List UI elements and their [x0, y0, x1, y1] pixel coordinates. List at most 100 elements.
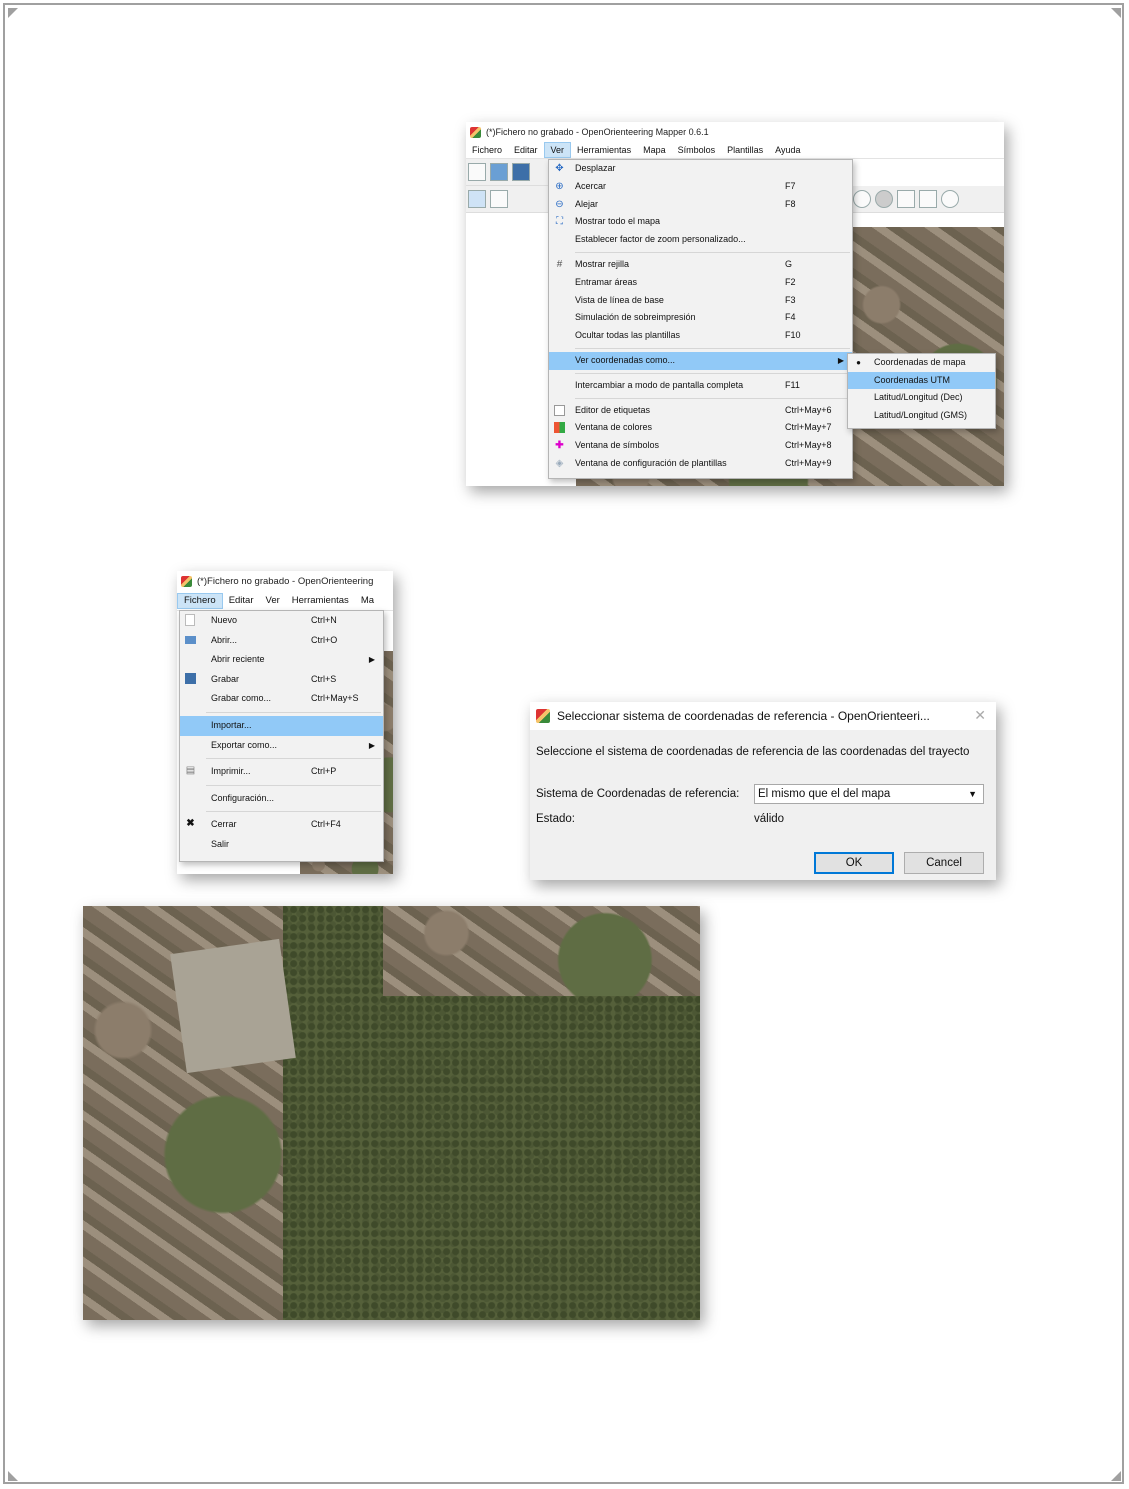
menu-ayuda[interactable]: Ayuda — [769, 142, 806, 158]
menu-item-entramar-areas[interactable]: Entramar áreas F2 — [549, 274, 852, 292]
printer-icon: ▤ — [185, 765, 196, 777]
menu-ver[interactable]: Ver — [543, 142, 572, 158]
cancel-button[interactable]: Cancel — [904, 852, 984, 874]
toolbar-right — [851, 186, 1004, 213]
edit-line-tool-icon[interactable] — [490, 190, 508, 208]
aerial-photo — [83, 906, 700, 1320]
grid-icon: # — [556, 258, 563, 270]
move-icon: ✥ — [555, 163, 564, 174]
crs-select[interactable]: El mismo que el del mapa ▼ — [754, 784, 984, 804]
chevron-down-icon: ▼ — [968, 789, 977, 799]
save-icon[interactable] — [512, 163, 530, 181]
app-logo-icon — [536, 709, 550, 723]
menu-plantillas[interactable]: Plantillas — [721, 142, 769, 158]
menu-editar[interactable]: Editar — [508, 142, 544, 158]
corner-mark — [1111, 8, 1121, 18]
ok-button[interactable]: OK — [814, 852, 894, 874]
save-icon — [185, 672, 196, 684]
menu-item-editor-etiquetas[interactable]: Editor de etiquetas Ctrl+May+6 — [549, 402, 852, 420]
corner-mark — [1111, 1471, 1121, 1481]
menu-item-zoom-personalizado[interactable]: Establecer factor de zoom personalizado.… — [549, 231, 852, 249]
rotate-icon[interactable] — [941, 190, 959, 208]
menu-item-grabar[interactable]: Grabar Ctrl+S — [180, 670, 383, 690]
colors-icon — [554, 422, 565, 434]
coordinates-submenu: ● Coordenadas de mapa Coordenadas UTM Lat… — [847, 353, 996, 429]
menu-separator — [206, 784, 381, 786]
circle-tool-icon[interactable] — [853, 190, 871, 208]
menu-fichero[interactable]: Fichero — [177, 593, 223, 609]
open-folder-icon — [185, 635, 196, 644]
screenshot-view-menu: (*)Fichero no grabado - OpenOrienteering… — [466, 122, 1004, 486]
menu-item-desplazar[interactable]: ✥ Desplazar — [549, 160, 852, 178]
menu-item-importar[interactable]: Importar... — [180, 715, 383, 736]
fill-tool-icon[interactable] — [875, 190, 893, 208]
submenu-arrow-icon: ▶ — [368, 655, 375, 665]
close-icon: ✖ — [186, 818, 195, 830]
menu-separator — [206, 758, 381, 760]
menu-editar[interactable]: Editar — [223, 593, 260, 609]
clearing — [170, 938, 296, 1074]
submenu-coordenadas-utm[interactable]: Coordenadas UTM — [848, 371, 995, 389]
menu-item-nuevo[interactable]: Nuevo Ctrl+N — [180, 611, 383, 631]
menu-item-config-plantillas[interactable]: ◈ Ventana de configuración de plantillas C… — [549, 455, 852, 473]
menu-herramientas[interactable]: Herramientas — [571, 142, 637, 158]
menu-item-ocultar-plantillas[interactable]: Ocultar todas las plantillas F10 — [549, 327, 852, 345]
menu-item-abrir-reciente[interactable]: Abrir reciente ▶ — [180, 650, 383, 670]
menu-item-salir[interactable]: Salir — [180, 835, 383, 855]
menu-item-linea-base[interactable]: Vista de línea de base F3 — [549, 292, 852, 310]
select-tool-icon[interactable] — [468, 190, 486, 208]
view-menu-dropdown: ✥ Desplazar ⊕ Acercar F7 ⊖ Alejar F8 ⛶ Mostrar… — [548, 159, 853, 479]
radio-selected-icon: ● — [856, 358, 861, 367]
menu-ver[interactable]: Ver — [260, 593, 286, 609]
menu-item-acercar[interactable]: ⊕ Acercar F7 — [549, 178, 852, 196]
cut-area-icon[interactable] — [919, 190, 937, 208]
menu-mapa[interactable]: Mapa — [637, 142, 672, 158]
dialog-titlebar: Seleccionar sistema de coordenadas de re… — [530, 702, 996, 730]
close-icon[interactable]: ✕ — [974, 707, 986, 724]
menu-mapa[interactable]: Ma — [355, 593, 380, 609]
corner-mark — [8, 1471, 18, 1481]
menubar: Fichero Editar Ver Herramientas Ma — [177, 592, 393, 611]
templates-icon: ◈ — [555, 457, 564, 469]
submenu-coordenadas-mapa[interactable]: ● Coordenadas de mapa — [848, 354, 995, 372]
tag-editor-icon — [554, 404, 565, 416]
open-folder-icon[interactable] — [490, 163, 508, 181]
urban-area-top — [383, 906, 700, 996]
status-value: válido — [754, 813, 785, 825]
menu-simbolos[interactable]: Símbolos — [672, 142, 722, 158]
crs-dialog: Seleccionar sistema de coordenadas de re… — [530, 702, 996, 880]
menu-item-ventana-simbolos[interactable]: ✚ Ventana de símbolos Ctrl+May+8 — [549, 437, 852, 455]
menu-separator — [575, 397, 850, 399]
crs-label: Sistema de Coordenadas de referencia: — [536, 788, 740, 800]
menu-fichero[interactable]: Fichero — [466, 142, 508, 158]
menu-item-ver-coordenadas[interactable]: Ver coordenadas como... ▶ — [549, 351, 852, 370]
cut-icon[interactable] — [897, 190, 915, 208]
menu-item-imprimir[interactable]: ▤ Imprimir... Ctrl+P — [180, 762, 383, 782]
menu-item-alejar[interactable]: ⊖ Alejar F8 — [549, 196, 852, 214]
dialog-body: Seleccione el sistema de coordenadas de … — [530, 730, 996, 880]
submenu-arrow-icon: ▶ — [368, 740, 375, 750]
menu-item-exportar-como[interactable]: Exportar como... ▶ — [180, 736, 383, 756]
new-file-icon[interactable] — [468, 163, 486, 181]
menu-item-grabar-como[interactable]: Grabar como... Ctrl+May+S — [180, 689, 383, 709]
window-titlebar: (*)Fichero no grabado - OpenOrienteering… — [466, 122, 1004, 142]
map-canvas-strip — [300, 861, 393, 874]
submenu-latlon-gms[interactable]: Latitud/Longitud (GMS) — [848, 407, 995, 425]
submenu-latlon-dec[interactable]: Latitud/Longitud (Dec) — [848, 389, 995, 407]
menu-item-configuracion[interactable]: Configuración... — [180, 789, 383, 809]
menu-item-pantalla-completa[interactable]: Intercambiar a modo de pantalla completa… — [549, 377, 852, 395]
menu-herramientas[interactable]: Herramientas — [286, 593, 355, 609]
menu-separator — [575, 347, 850, 349]
menu-item-mostrar-rejilla[interactable]: # Mostrar rejilla G — [549, 256, 852, 274]
submenu-arrow-icon: ▶ — [837, 355, 844, 365]
menu-item-abrir[interactable]: Abrir... Ctrl+O — [180, 631, 383, 651]
menu-item-sobreimpresion[interactable]: Simulación de sobreimpresión F4 — [549, 309, 852, 327]
menu-separator — [206, 711, 381, 713]
menu-item-ventana-colores[interactable]: Ventana de colores Ctrl+May+7 — [549, 419, 852, 437]
symbols-icon: ✚ — [555, 440, 564, 452]
app-logo-icon — [181, 576, 192, 587]
dialog-title: Seleccionar sistema de coordenadas de re… — [557, 709, 930, 723]
dialog-prompt: Seleccione el sistema de coordenadas de … — [536, 746, 970, 758]
menu-item-cerrar[interactable]: ✖ Cerrar Ctrl+F4 — [180, 815, 383, 835]
menu-item-mostrar-todo[interactable]: ⛶ Mostrar todo el mapa — [549, 213, 852, 231]
